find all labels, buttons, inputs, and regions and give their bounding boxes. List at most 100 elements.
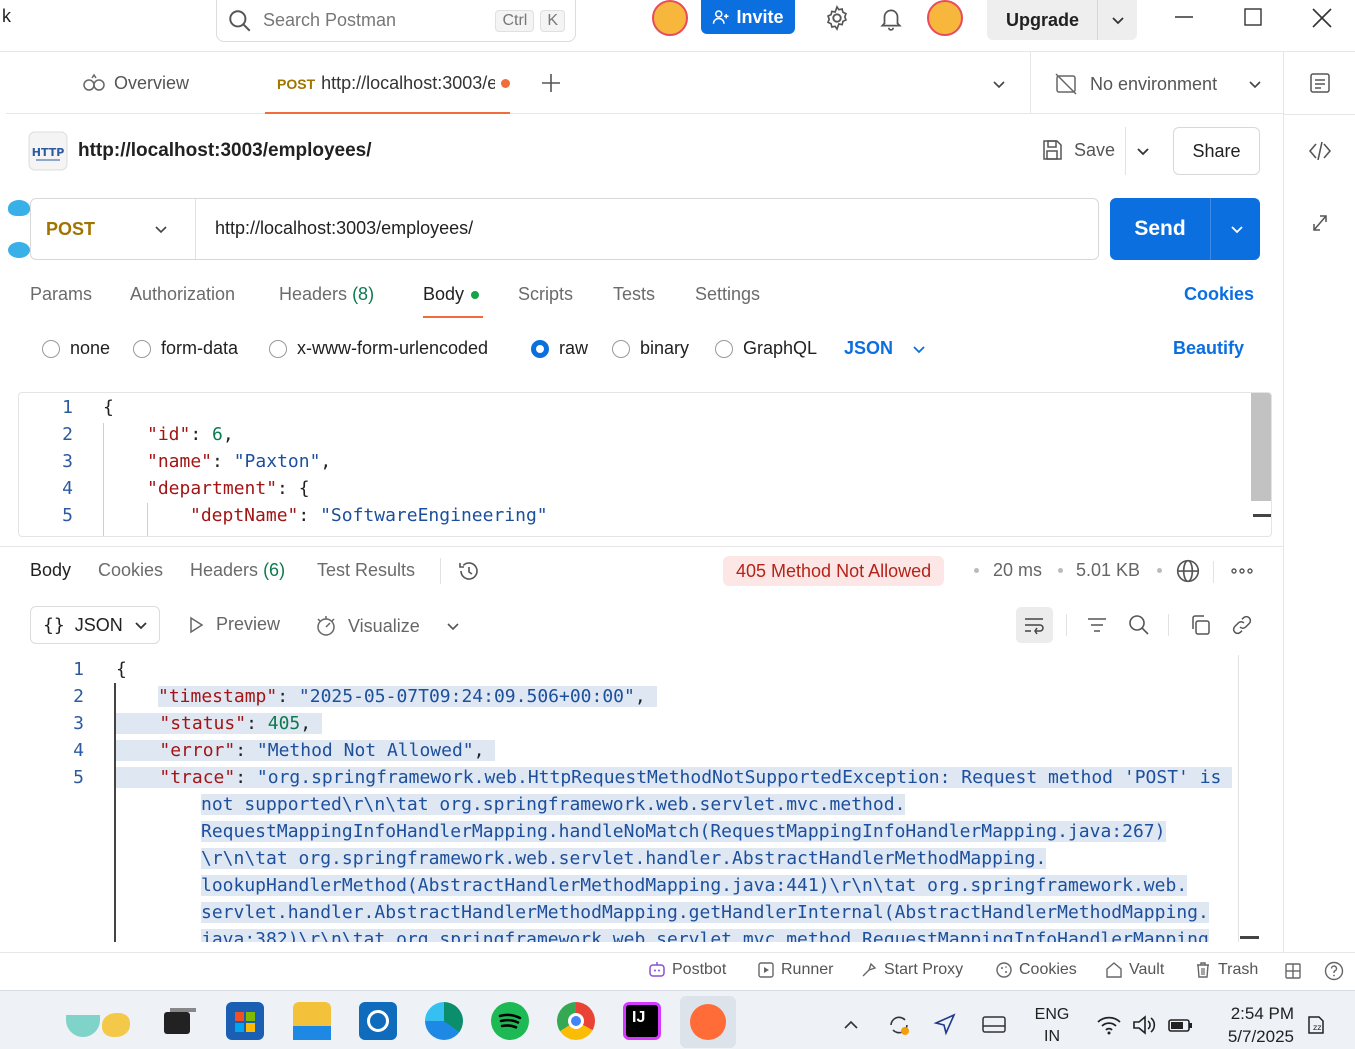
vault-button[interactable]: Vault	[1105, 961, 1164, 979]
body-format-select[interactable]: JSON	[844, 338, 927, 359]
user-avatar[interactable]	[927, 0, 963, 36]
layout-icon[interactable]	[1284, 962, 1302, 980]
response-tab-test-results[interactable]: Test Results	[317, 560, 415, 581]
preview-button[interactable]: Preview	[186, 614, 280, 635]
maximize-icon[interactable]	[1242, 6, 1264, 28]
tab-settings[interactable]: Settings	[695, 284, 760, 305]
tab-body[interactable]: Body	[423, 284, 480, 305]
notifications-icon[interactable]: zz	[1304, 1013, 1328, 1037]
widgets-icon[interactable]	[62, 1003, 136, 1043]
response-format-select[interactable]: {} JSON	[30, 606, 160, 644]
task-view-icon[interactable]	[160, 1002, 198, 1040]
spotify-icon[interactable]	[491, 1002, 529, 1040]
body-tab-underline	[423, 316, 483, 318]
search-icon[interactable]	[1127, 613, 1151, 637]
cortana-icon[interactable]	[359, 1002, 397, 1040]
body-type-form-data[interactable]: form-data	[133, 338, 238, 359]
tab-method: POST	[277, 75, 316, 92]
method-select[interactable]: POST	[31, 199, 196, 259]
chrome-icon[interactable]	[557, 1002, 595, 1040]
chevron-down-icon[interactable]	[445, 618, 461, 634]
language-indicator[interactable]: ENG IN	[1032, 1004, 1072, 1048]
send-arrow-icon[interactable]	[933, 1012, 957, 1036]
link-icon[interactable]	[1230, 613, 1254, 637]
chevron-down-icon[interactable]	[991, 76, 1007, 92]
search-input[interactable]: Search Postman Ctrl K	[216, 0, 576, 42]
tab-tests[interactable]: Tests	[613, 284, 655, 305]
postbot-button[interactable]: Postbot	[648, 961, 726, 979]
body-type-raw[interactable]: raw	[531, 338, 588, 359]
scrollbar-track[interactable]	[1238, 655, 1239, 942]
globe-icon[interactable]	[1175, 558, 1201, 584]
expand-icon[interactable]	[1310, 212, 1330, 234]
code-line-wrapped: lookupHandlerMethod(AbstractHandlerMetho…	[201, 875, 1188, 896]
invite-button[interactable]: Invite	[701, 0, 795, 34]
help-icon[interactable]	[1324, 961, 1344, 981]
clock[interactable]: 2:54 PM 5/7/2025	[1206, 1002, 1294, 1048]
radio-none	[42, 339, 60, 358]
cookies-link[interactable]: Cookies	[1184, 284, 1254, 305]
code-line: "name": "Paxton",	[147, 451, 332, 472]
more-options-icon[interactable]	[1230, 560, 1254, 582]
tab-authorization[interactable]: Authorization	[130, 284, 235, 305]
plus-icon[interactable]	[540, 72, 562, 94]
cookies-button[interactable]: Cookies	[995, 961, 1077, 979]
intellij-icon[interactable]: IJ	[623, 1002, 661, 1040]
tab-active-request[interactable]: POST http://localhost:3003/e	[277, 73, 510, 94]
beautify-link[interactable]: Beautify	[1173, 338, 1244, 359]
visualize-button[interactable]: Visualize	[314, 614, 420, 638]
json-key: "deptName"	[190, 505, 299, 526]
start-proxy-button[interactable]: Start Proxy	[860, 961, 963, 979]
wifi-icon[interactable]	[1096, 1014, 1122, 1036]
body-type-urlencoded[interactable]: x-www-form-urlencoded	[269, 338, 488, 359]
environment-selector[interactable]: No environment	[1054, 72, 1263, 96]
send-button[interactable]: Send	[1110, 198, 1260, 260]
display-icon[interactable]	[981, 1014, 1007, 1036]
file-explorer-icon[interactable]	[293, 1002, 331, 1040]
tab-params[interactable]: Params	[30, 284, 92, 305]
postman-taskbar-item[interactable]	[680, 996, 736, 1048]
tab-scripts[interactable]: Scripts	[518, 284, 573, 305]
microsoft-store-icon[interactable]	[226, 1002, 264, 1040]
copy-icon[interactable]	[1188, 613, 1212, 637]
response-body-viewer[interactable]: 1 2 3 4 5 { "timestamp": "2025-05-07T09:…	[0, 655, 1260, 942]
response-tab-headers[interactable]: Headers (6)	[190, 560, 285, 581]
response-tab-cookies[interactable]: Cookies	[98, 560, 163, 581]
edge-icon[interactable]	[425, 1002, 463, 1040]
team-avatar[interactable]	[652, 0, 688, 36]
tab-headers[interactable]: Headers (8)	[279, 284, 374, 305]
body-type-graphql[interactable]: GraphQL	[715, 338, 817, 359]
chevron-down-icon[interactable]	[1135, 143, 1151, 159]
save-button[interactable]: Save	[1040, 138, 1115, 162]
chevron-down-icon[interactable]	[1229, 221, 1245, 237]
bell-icon[interactable]	[878, 5, 904, 31]
response-tab-body[interactable]: Body	[30, 560, 71, 581]
battery-icon[interactable]	[1167, 1014, 1195, 1036]
request-body-editor[interactable]: 1 2 3 4 5 { "id": 6, "name": "Paxton", "…	[18, 392, 1272, 537]
line-number: 1	[73, 659, 84, 680]
chevron-down-icon[interactable]	[1110, 12, 1126, 28]
runner-button[interactable]: Runner	[757, 961, 833, 979]
share-button[interactable]: Share	[1173, 127, 1260, 175]
code-icon[interactable]	[1307, 139, 1333, 163]
request-title[interactable]: http://localhost:3003/employees/	[78, 140, 372, 162]
url-input[interactable]: http://localhost:3003/employees/	[215, 218, 473, 239]
body-type-binary[interactable]: binary	[612, 338, 689, 359]
editor-scrollbar[interactable]	[1251, 393, 1271, 501]
wrap-lines-button[interactable]	[1016, 607, 1053, 643]
filter-icon[interactable]	[1085, 613, 1109, 637]
body-type-none[interactable]: none	[42, 338, 110, 359]
chevron-up-icon[interactable]	[842, 1016, 860, 1034]
divider	[1213, 561, 1214, 583]
history-icon[interactable]	[457, 559, 481, 583]
environment-quick-look-icon[interactable]	[1308, 71, 1332, 95]
sync-icon[interactable]	[886, 1012, 912, 1038]
gear-icon[interactable]	[823, 4, 851, 32]
trash-button[interactable]: Trash	[1194, 961, 1258, 979]
upgrade-button[interactable]: Upgrade	[987, 0, 1137, 40]
radio-form-data	[133, 339, 151, 358]
minimize-icon[interactable]	[1173, 6, 1195, 28]
close-icon[interactable]	[1310, 6, 1334, 30]
tab-overview[interactable]: Overview	[82, 72, 189, 94]
volume-icon[interactable]	[1131, 1014, 1157, 1036]
